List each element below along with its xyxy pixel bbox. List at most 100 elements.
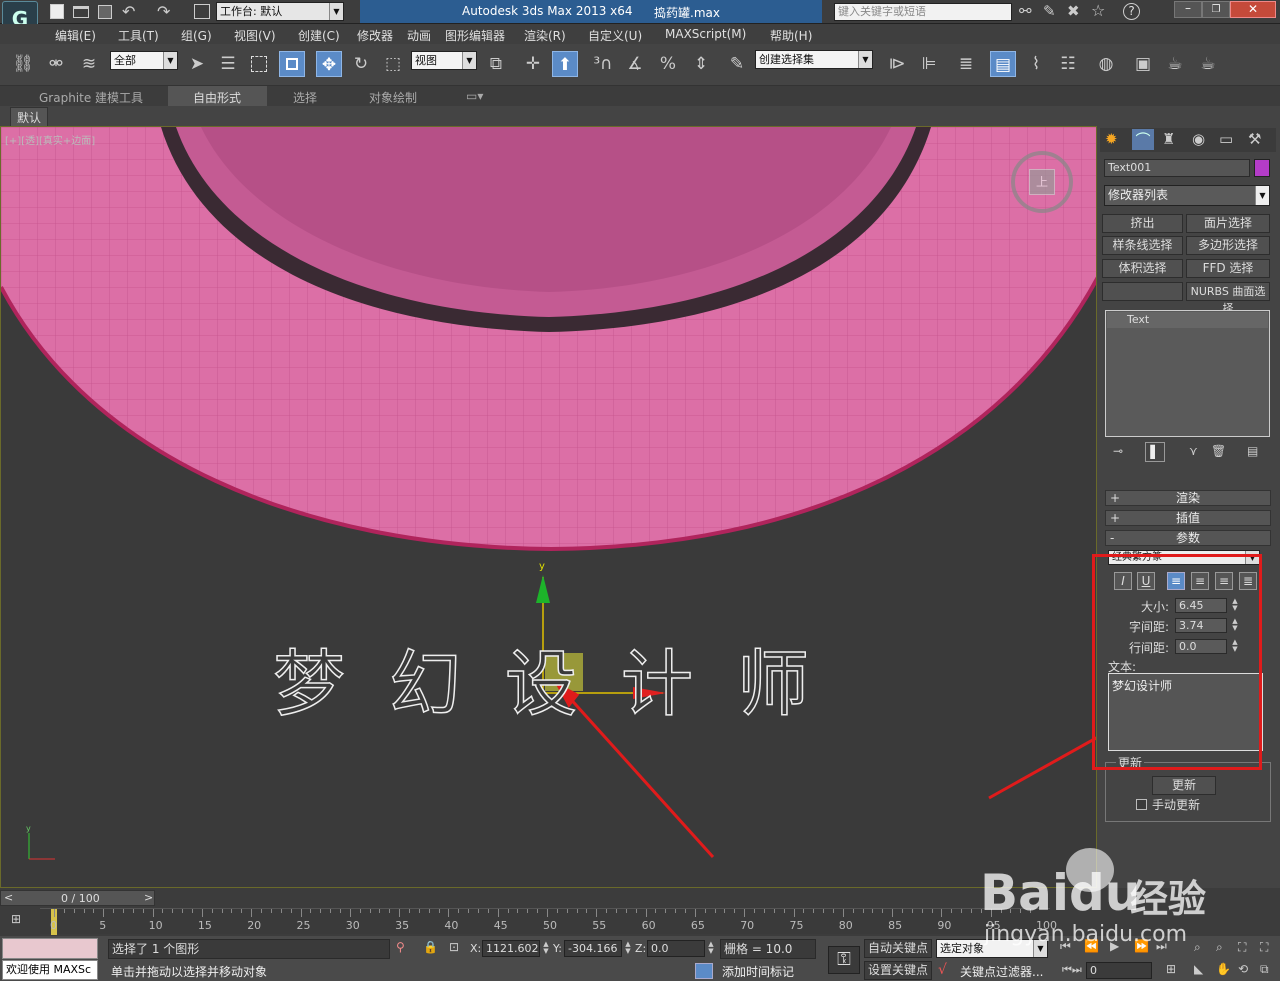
restore-button[interactable]: ❐ <box>1202 1 1230 18</box>
menu-edit[interactable]: 编辑(E) <box>55 27 96 44</box>
play-icon[interactable]: ▶ <box>1110 939 1119 953</box>
make-unique-icon[interactable]: ⋎ <box>1189 444 1198 458</box>
percent-snap-icon[interactable]: % <box>655 51 681 77</box>
reference-coordinate-dropdown[interactable]: 视图 ▼ <box>411 51 477 70</box>
modifier-list-dropdown[interactable]: 修改器列表 ▼ <box>1104 185 1270 206</box>
close-button[interactable]: ✕ <box>1230 1 1276 18</box>
rendered-frame-icon[interactable]: ☕ <box>1162 51 1188 77</box>
rollout-interpolation[interactable]: + 插值 <box>1105 510 1271 526</box>
undo-icon[interactable]: ↶ <box>122 2 135 21</box>
render-production-icon[interactable]: ☕ <box>1195 51 1221 77</box>
tab-selection[interactable]: 选择 <box>293 89 317 106</box>
text-object[interactable]: 梦幻设计师 <box>272 625 853 730</box>
modifier-poly-select-button[interactable]: 多边形选择 <box>1186 236 1270 255</box>
show-end-result-icon[interactable]: ▌ <box>1145 442 1165 462</box>
bind-space-warp-icon[interactable]: ≋ <box>76 51 102 77</box>
mirror-icon[interactable]: ⧐ <box>884 51 910 77</box>
time-slider-right-icon[interactable]: > <box>144 891 153 904</box>
layer-manager-icon[interactable]: ≣ <box>953 51 979 77</box>
workspace-dropdown[interactable]: 工作台: 默认 ▼ <box>216 2 344 21</box>
stack-item-text[interactable]: Text <box>1107 312 1268 328</box>
menu-rendering[interactable]: 渲染(R) <box>524 27 566 44</box>
rollout-rendering[interactable]: + 渲染 <box>1105 490 1271 506</box>
update-button[interactable]: 更新 <box>1152 776 1216 795</box>
track-bar[interactable]: 0 5 10 15 20 25 30 35 40 45 50 55 60 65 70 75 80 85 90 95 10… <box>40 908 1057 935</box>
next-frame-icon[interactable]: ⏩ <box>1134 939 1149 953</box>
unlink-icon[interactable]: ⚮ <box>43 51 69 77</box>
select-and-link-icon[interactable]: ⛓ <box>10 51 36 77</box>
save-icon[interactable] <box>98 5 112 19</box>
select-and-move-icon[interactable]: ✥ <box>316 51 342 77</box>
isolate-icon[interactable]: ⚲ <box>396 940 405 954</box>
graphite-toggle-icon[interactable]: ▤ <box>990 51 1016 77</box>
window-crossing-icon[interactable] <box>279 51 305 77</box>
modifier-ffd-select-button[interactable]: FFD 选择 <box>1186 259 1270 278</box>
modifier-nurbs-select-button[interactable]: NURBS 曲面选择 <box>1186 282 1270 315</box>
menu-help[interactable]: 帮助(H) <box>770 27 812 44</box>
y-coordinate-field[interactable]: -304.166 <box>564 940 622 957</box>
favorites-star-icon[interactable]: ☆ <box>1091 1 1105 20</box>
schematic-view-icon[interactable]: ☷ <box>1055 51 1081 77</box>
key-mode-icon[interactable]: ⏮⏭ <box>1062 963 1082 977</box>
selection-filter-dropdown[interactable]: 全部 ▼ <box>110 51 178 70</box>
remove-modifier-icon[interactable]: 🗑 <box>1211 444 1226 458</box>
binoculars-icon[interactable]: ⚯ <box>1019 2 1032 20</box>
maximize-viewport-icon[interactable]: ⧉ <box>1260 962 1269 977</box>
render-setup-icon[interactable]: ▣ <box>1130 51 1156 77</box>
viewport-label[interactable]: [+][透][真实+边面] <box>5 132 95 147</box>
menu-group[interactable]: 组(G) <box>181 27 212 44</box>
menu-maxscript[interactable]: MAXScript(M) <box>665 27 746 41</box>
lock-selection-icon[interactable]: 🔒 <box>423 940 438 954</box>
menu-customize[interactable]: 自定义(U) <box>588 27 642 44</box>
go-to-start-icon[interactable]: ⏮ <box>1060 939 1071 954</box>
field-of-view-icon[interactable]: ◣ <box>1194 962 1203 976</box>
add-time-tag[interactable]: 添加时间标记 <box>722 963 794 980</box>
add-time-tag-icon[interactable] <box>695 963 713 979</box>
spinner-arrows-icon[interactable]: ▲ ▼ <box>623 941 633 956</box>
edit-named-selections-icon[interactable]: ✎ <box>724 51 750 77</box>
previous-frame-icon[interactable]: ⏪ <box>1084 939 1099 953</box>
perspective-viewport[interactable]: y x y [+][透][真实+边面] 梦幻设计师 上 <box>0 126 1097 888</box>
select-and-scale-icon[interactable]: ⬚ <box>380 51 406 77</box>
modifier-vol-select-button[interactable]: 体积选择 <box>1102 259 1183 278</box>
time-slider-left-icon[interactable]: < <box>4 891 13 904</box>
project-folder-icon[interactable] <box>194 4 210 19</box>
zoom-extents-icon[interactable]: ⛶ <box>1238 940 1246 955</box>
modifier-empty-button[interactable] <box>1102 282 1183 301</box>
rectangular-selection-icon[interactable] <box>246 51 272 77</box>
new-file-icon[interactable] <box>50 4 64 19</box>
auto-key-button[interactable]: 自动关键点 <box>864 939 932 958</box>
exchange-icon[interactable]: ✖ <box>1067 2 1080 20</box>
select-by-name-icon[interactable]: ☰ <box>215 51 241 77</box>
view-cube[interactable]: 上 <box>1011 151 1073 213</box>
select-object-icon[interactable]: ➤ <box>184 51 210 77</box>
pan-view-icon[interactable]: ✋ <box>1216 962 1231 976</box>
zoom-icon[interactable]: ⌕ <box>1194 940 1201 955</box>
maxscript-mini-listener[interactable]: 欢迎使用 MAXSc <box>2 960 98 980</box>
menu-tools[interactable]: 工具(T) <box>118 27 159 44</box>
zoom-extents-all-icon[interactable]: ⛶ <box>1260 940 1268 955</box>
maxscript-listener-pink[interactable] <box>2 938 98 959</box>
modifier-spline-select-button[interactable]: 样条线选择 <box>1102 236 1183 255</box>
communication-icon[interactable]: ✎ <box>1043 2 1056 20</box>
modifier-extrude-button[interactable]: 挤出 <box>1102 214 1183 233</box>
create-tab-icon[interactable]: ✹ <box>1105 130 1118 148</box>
pin-stack-icon[interactable]: ⊸ <box>1113 444 1123 458</box>
key-target-dropdown[interactable]: 选定对象 ▼ <box>936 939 1048 958</box>
pivot-center-icon[interactable]: ⧉ <box>483 51 509 77</box>
motion-tab-icon[interactable]: ◉ <box>1192 130 1205 148</box>
modifier-patch-select-button[interactable]: 面片选择 <box>1186 214 1270 233</box>
angle-snap-icon[interactable]: ∡ <box>622 51 648 77</box>
manual-update-checkbox[interactable] <box>1136 799 1147 810</box>
modifier-stack[interactable]: Text <box>1105 310 1270 437</box>
go-to-end-icon[interactable]: ⏭ <box>1156 939 1167 954</box>
absolute-mode-icon[interactable]: ⊡ <box>449 940 459 954</box>
time-slider[interactable]: < 0 / 100 > <box>0 890 155 906</box>
spinner-arrows-icon[interactable]: ▲ ▼ <box>706 941 716 956</box>
display-tab-icon[interactable]: ▭ <box>1219 130 1233 148</box>
object-color-swatch[interactable] <box>1254 159 1270 177</box>
select-and-rotate-icon[interactable]: ↻ <box>348 51 374 77</box>
menu-graph-editors[interactable]: 图形编辑器 <box>445 27 505 44</box>
curve-editor-mini-icon[interactable]: ⊞ <box>11 912 21 926</box>
current-frame-field[interactable]: 0 <box>1086 962 1152 979</box>
